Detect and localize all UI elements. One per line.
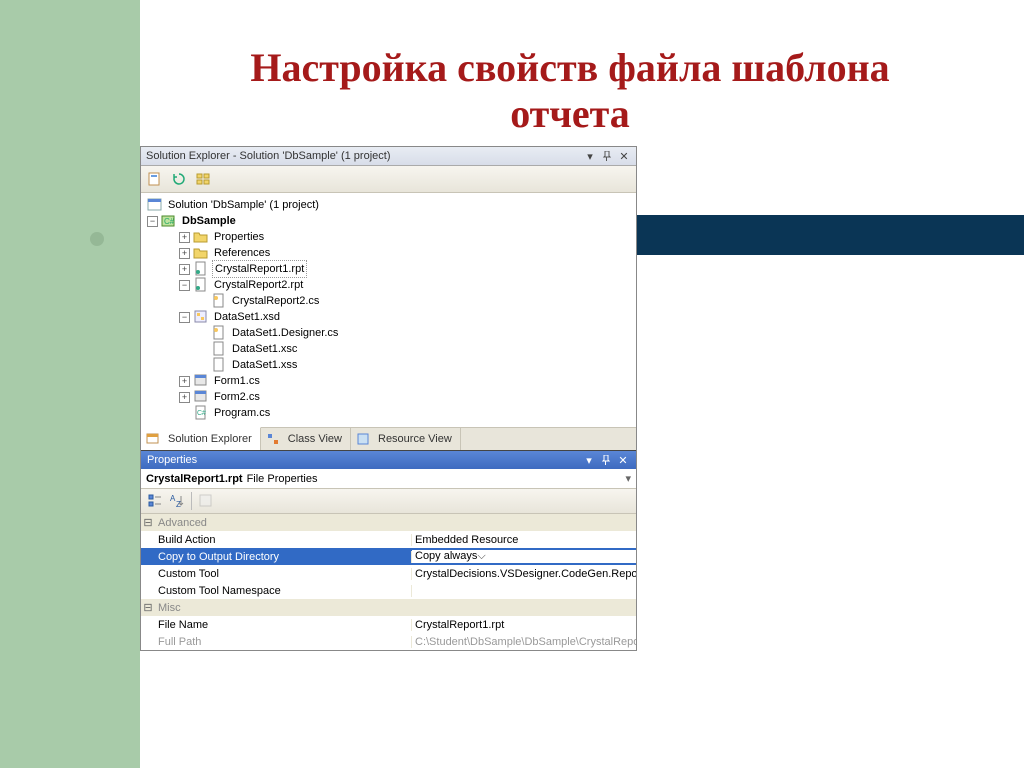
file-icon (211, 341, 227, 357)
tree-dsdesigner[interactable]: DataSet1.Designer.cs (145, 325, 636, 341)
slide-title: Настройка свойств файла шаблона отчета (220, 45, 920, 137)
properties-title: Properties (147, 454, 582, 466)
properties-row-copy[interactable]: Copy to Output Directory Copy always⌵ (141, 548, 636, 565)
bottom-tabs: Solution Explorer Class View Resource Vi… (141, 427, 636, 450)
properties-selected-name: CrystalReport1.rpt (146, 473, 243, 485)
resource-view-icon (355, 431, 371, 447)
tree-references[interactable]: + References (145, 245, 636, 261)
solution-explorer-tab-icon (145, 431, 161, 447)
properties-row-buildaction[interactable]: Build Action Embedded Resource (141, 531, 636, 548)
solution-explorer-tree[interactable]: Solution 'DbSample' (1 project) − C# DbS… (141, 193, 636, 427)
properties-selector[interactable]: CrystalReport1.rpt File Properties ▾ (141, 469, 636, 489)
separator (191, 492, 192, 510)
form-icon (193, 389, 209, 405)
close-icon[interactable]: ✕ (617, 150, 631, 162)
folder-icon (193, 229, 209, 245)
collapse-icon[interactable]: ⊟ (141, 516, 155, 529)
properties-category-advanced[interactable]: ⊟ Advanced (141, 514, 636, 531)
slide-bullet (90, 232, 104, 246)
collapse-icon[interactable]: ⊟ (141, 601, 155, 614)
property-pages-icon[interactable] (196, 491, 216, 511)
solution-explorer-toolbar (141, 166, 636, 193)
close-icon[interactable]: ✕ (616, 454, 630, 466)
folder-icon (193, 245, 209, 261)
properties-toolbar: AZ (141, 489, 636, 514)
solution-explorer-titlebar[interactable]: Solution Explorer - Solution 'DbSample' … (141, 147, 636, 166)
collapse-icon[interactable]: − (179, 280, 190, 291)
dropdown-icon[interactable]: ⌵ (477, 550, 489, 562)
solution-explorer-title: Solution Explorer - Solution 'DbSample' … (146, 150, 583, 162)
report-icon (193, 277, 209, 293)
expand-icon[interactable]: + (179, 376, 190, 387)
alphabetical-icon[interactable]: AZ (167, 491, 187, 511)
tree-dsxss[interactable]: DataSet1.xss (145, 357, 636, 373)
tab-solution-explorer[interactable]: Solution Explorer (141, 427, 261, 450)
properties-category-misc[interactable]: ⊟ Misc (141, 599, 636, 616)
visual-studio-panel: Solution Explorer - Solution 'DbSample' … (140, 146, 637, 651)
tree-crystal2cs[interactable]: CrystalReport2.cs (145, 293, 636, 309)
properties-selected-type: File Properties (247, 473, 318, 485)
report-icon (193, 261, 209, 277)
tab-class-view[interactable]: Class View (261, 428, 351, 450)
cs-file-icon (211, 325, 227, 341)
tree-project[interactable]: − C# DbSample (145, 213, 636, 229)
expand-icon[interactable]: + (179, 232, 190, 243)
form-icon (193, 373, 209, 389)
show-all-icon[interactable] (193, 169, 213, 189)
tab-resource-view[interactable]: Resource View (351, 428, 461, 450)
properties-grid: ⊟ Advanced Build Action Embedded Resourc… (141, 514, 636, 650)
tree-solution-root[interactable]: Solution 'DbSample' (1 project) (145, 197, 636, 213)
collapse-icon[interactable]: − (179, 312, 190, 323)
tree-properties[interactable]: + Properties (145, 229, 636, 245)
file-icon (211, 357, 227, 373)
pin-icon[interactable] (600, 150, 614, 162)
dropdown-icon[interactable]: ▾ (583, 150, 597, 162)
properties-titlebar[interactable]: Properties ▾ ✕ (141, 450, 636, 469)
class-view-icon (265, 431, 281, 447)
expand-icon[interactable]: + (179, 264, 190, 275)
tree-program[interactable]: C# Program.cs (145, 405, 636, 421)
properties-row-filename[interactable]: File Name CrystalReport1.rpt (141, 616, 636, 633)
refresh-icon[interactable] (169, 169, 189, 189)
pin-icon[interactable] (599, 454, 613, 466)
xsd-icon (193, 309, 209, 325)
expand-icon[interactable]: + (179, 392, 190, 403)
tree-crystal2[interactable]: − CrystalReport2.rpt (145, 277, 636, 293)
cs-file-icon (211, 293, 227, 309)
expand-icon[interactable]: + (179, 248, 190, 259)
dropdown-icon[interactable]: ▾ (582, 454, 596, 466)
tree-dataset[interactable]: − DataSet1.xsd (145, 309, 636, 325)
categorized-icon[interactable] (145, 491, 165, 511)
csproject-icon: C# (161, 213, 177, 229)
tree-crystal1[interactable]: + CrystalReport1.rpt (145, 261, 636, 277)
properties-row-customtoolns[interactable]: Custom Tool Namespace (141, 582, 636, 599)
properties-row-customtool[interactable]: Custom Tool CrystalDecisions.VSDesigner.… (141, 565, 636, 582)
svg-text:C#: C# (197, 410, 206, 417)
tree-form2[interactable]: + Form2.cs (145, 389, 636, 405)
dropdown-icon[interactable]: ▾ (625, 472, 631, 485)
svg-text:C#: C# (164, 217, 175, 226)
cs-file-icon: C# (193, 405, 209, 421)
tree-dsxsc[interactable]: DataSet1.xsc (145, 341, 636, 357)
slide-left-band (0, 0, 140, 768)
tree-form1[interactable]: + Form1.cs (145, 373, 636, 389)
properties-icon[interactable] (145, 169, 165, 189)
collapse-icon[interactable]: − (147, 216, 158, 227)
solution-icon (147, 197, 163, 213)
properties-row-fullpath: Full Path C:\Student\DbSample\DbSample\C… (141, 633, 636, 650)
